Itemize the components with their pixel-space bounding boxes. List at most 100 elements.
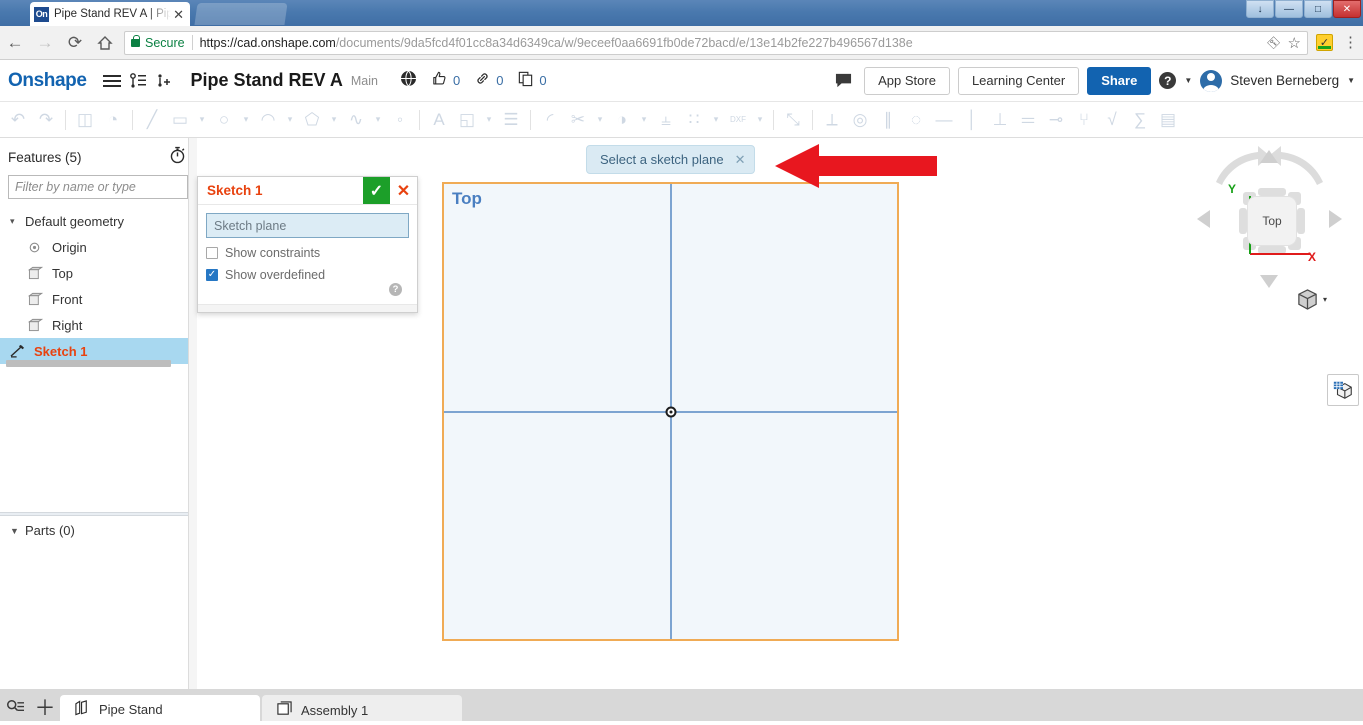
tree-item-right[interactable]: Right <box>0 312 196 338</box>
equal-constraint-icon[interactable]: ＝ <box>1014 106 1042 134</box>
app-store-button[interactable]: App Store <box>864 66 950 95</box>
window-restore-down-button[interactable]: ↓ <box>1246 0 1274 18</box>
user-dropdown-caret[interactable]: ▼ <box>1347 76 1355 85</box>
window-maximize-button[interactable]: □ <box>1304 0 1332 18</box>
version-graph-icon[interactable] <box>125 68 151 94</box>
sketch-dialog-resize-strip[interactable] <box>198 304 417 312</box>
public-status[interactable] <box>400 70 417 92</box>
concentric-constraint-icon[interactable]: ◎ <box>846 106 874 134</box>
browser-tab-active[interactable]: On Pipe Stand REV A | Pipe S ✕ <box>30 2 190 26</box>
dimension-tool-icon[interactable]: ☰ <box>497 106 525 134</box>
show-constraints-row[interactable]: Show constraints <box>206 246 409 260</box>
chevron-down-icon[interactable]: ▾ <box>10 216 19 227</box>
spline-tool-icon[interactable]: ∿ <box>342 106 370 134</box>
sketch-plane-input[interactable]: Sketch plane <box>206 213 409 238</box>
extension-badge-icon[interactable]: ✓ <box>1316 34 1333 51</box>
show-overdefined-checkbox[interactable]: ✓ <box>206 269 218 281</box>
line-tool-icon[interactable]: ╱ <box>138 106 166 134</box>
window-close-button[interactable]: ✕ <box>1333 0 1361 18</box>
home-view-caret[interactable]: ▾ <box>1323 295 1327 304</box>
offset-dropdown[interactable]: ▾ <box>481 114 497 125</box>
document-branch[interactable]: Main <box>351 74 378 88</box>
import-dxf-icon[interactable]: DXF <box>724 106 752 134</box>
home-icon[interactable] <box>90 28 120 58</box>
view-orientation-cube[interactable]: Top Y X ▾ <box>1192 146 1347 311</box>
tree-item-origin[interactable]: Origin <box>0 234 196 260</box>
mirror-tool-icon[interactable]: ◑ <box>608 106 636 134</box>
key-icon[interactable]: ⚿ <box>1264 33 1282 51</box>
back-icon[interactable]: ← <box>0 28 30 58</box>
tangent-constraint-icon[interactable]: ◌ <box>902 106 930 134</box>
hamburger-menu-icon[interactable] <box>99 68 125 94</box>
background-tab[interactable] <box>194 3 288 25</box>
user-name-label[interactable]: Steven Berneberg <box>1230 73 1339 88</box>
tree-item-front[interactable]: Front <box>0 286 196 312</box>
arc-dropdown[interactable]: ▾ <box>282 114 298 125</box>
checkmark-confirm-icon[interactable]: ✓ <box>363 177 390 204</box>
parts-section-header[interactable]: ▼ Parts (0) <box>0 523 75 538</box>
arc-tool-icon[interactable]: ◠ <box>254 106 282 134</box>
import-dropdown[interactable]: ▾ <box>752 114 768 125</box>
symmetric-constraint-icon[interactable]: ⑂ <box>1070 106 1098 134</box>
measure-icon[interactable]: ◔ <box>99 106 127 134</box>
trim-dropdown[interactable]: ▾ <box>592 114 608 125</box>
viewcube-face-top[interactable]: Top <box>1247 196 1297 246</box>
sketch-dialog[interactable]: Sketch 1 ✓ ✕ Sketch plane Show constrain… <box>197 176 418 313</box>
fillet-tool-icon[interactable]: ◜ <box>536 106 564 134</box>
rectangle-dropdown[interactable]: ▾ <box>194 114 210 125</box>
comment-bubble-icon[interactable] <box>830 68 856 94</box>
likes-group[interactable]: 0 <box>431 70 460 92</box>
pattern-dropdown[interactable]: ▾ <box>708 114 724 125</box>
tree-item-default-geometry[interactable]: ▾ Default geometry <box>0 208 196 234</box>
polygon-tool-icon[interactable]: ⬠ <box>298 106 326 134</box>
add-version-icon[interactable] <box>151 68 177 94</box>
filter-input[interactable]: Filter by name or type <box>8 175 188 199</box>
tab-search-icon[interactable] <box>0 692 30 722</box>
point-tool-icon[interactable]: ◦ <box>386 106 414 134</box>
tree-item-top[interactable]: Top <box>0 260 196 286</box>
display-appearance-icon[interactable] <box>1327 374 1359 406</box>
horizontal-constraint-icon[interactable]: — <box>930 106 958 134</box>
trim-tool-icon[interactable]: ✂ <box>564 106 592 134</box>
rectangle-tool-icon[interactable]: ▭ <box>166 106 194 134</box>
fix-constraint-icon[interactable]: ▤ <box>1154 106 1182 134</box>
curvature-constraint-icon[interactable]: √ <box>1098 106 1126 134</box>
user-avatar[interactable] <box>1200 69 1223 92</box>
perpendicular-constraint-icon[interactable]: ⊥ <box>986 106 1014 134</box>
add-tab-button[interactable]: ＋ <box>30 692 60 722</box>
onshape-logo[interactable]: Onshape <box>8 70 87 92</box>
tooltip-close-icon[interactable]: ✕ <box>735 152 746 168</box>
view-home-cube-icon[interactable]: ▾ <box>1296 288 1327 311</box>
share-button[interactable]: Share <box>1087 66 1152 95</box>
reload-icon[interactable]: ⟳ <box>60 28 90 58</box>
stopwatch-history-icon[interactable] <box>169 146 186 169</box>
top-plane-preview[interactable]: Top <box>442 182 899 641</box>
new-sketch-icon[interactable]: ◫ <box>71 106 99 134</box>
tab-close-icon[interactable]: ✕ <box>171 8 186 21</box>
circle-dropdown[interactable]: ▾ <box>238 114 254 125</box>
midpoint-constraint-icon[interactable]: ⊸ <box>1042 106 1070 134</box>
forward-icon[interactable]: → <box>30 28 60 58</box>
pattern-tool-icon[interactable]: ∷ <box>680 106 708 134</box>
show-constraints-checkbox[interactable] <box>206 247 218 259</box>
bookmark-star-icon[interactable]: ☆ <box>1288 34 1301 52</box>
cancel-x-icon[interactable]: ✕ <box>390 177 417 204</box>
help-dropdown-caret[interactable]: ▼ <box>1184 76 1192 85</box>
transform-tool-icon[interactable]: ⫨ <box>652 106 680 134</box>
window-minimize-button[interactable]: — <box>1275 0 1303 18</box>
learning-center-button[interactable]: Learning Center <box>957 66 1080 95</box>
polygon-dropdown[interactable]: ▾ <box>326 114 342 125</box>
mirror-dropdown[interactable]: ▾ <box>636 114 652 125</box>
origin-point-marker[interactable] <box>665 406 676 417</box>
redo-icon[interactable]: ↷ <box>32 106 60 134</box>
help-question-icon[interactable]: ? <box>1159 72 1177 89</box>
copies-group[interactable]: 0 <box>517 70 547 92</box>
construction-toggle-icon[interactable]: ⤡ <box>779 106 807 134</box>
normal-constraint-icon[interactable]: ∑ <box>1126 106 1154 134</box>
features-scrollbar[interactable] <box>6 360 171 367</box>
circle-tool-icon[interactable]: ○ <box>210 106 238 134</box>
links-group[interactable]: 0 <box>474 70 503 92</box>
help-question-icon[interactable]: ? <box>389 283 402 296</box>
chrome-menu-icon[interactable]: ⋮ <box>1333 28 1363 58</box>
undo-icon[interactable]: ↶ <box>4 106 32 134</box>
